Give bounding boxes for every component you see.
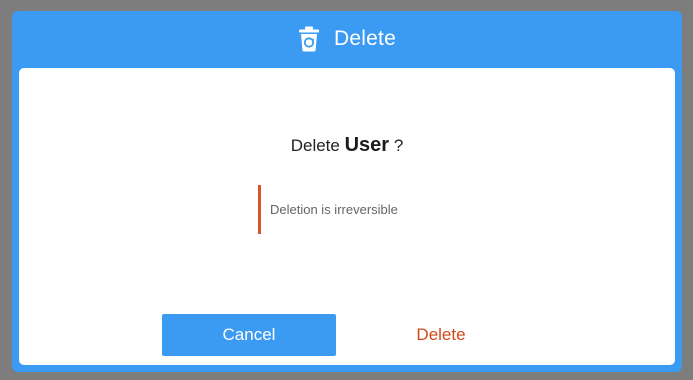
entity-name: User xyxy=(344,134,390,156)
warning-text: Deletion is irreversible xyxy=(270,202,398,217)
question-prefix: Delete xyxy=(290,136,340,155)
delete-button[interactable]: Delete xyxy=(391,314,491,356)
dialog-title: Delete xyxy=(334,27,396,50)
dialog-header: Delete xyxy=(12,11,682,67)
dialog-body: Delete User ? Deletion is irreversible C… xyxy=(19,68,675,365)
delete-dialog: Delete Delete User ? Deletion is irrever… xyxy=(12,11,682,372)
trash-icon xyxy=(298,26,320,52)
warning-message: Deletion is irreversible xyxy=(258,185,398,234)
cancel-button[interactable]: Cancel xyxy=(162,314,336,356)
confirm-question: Delete User ? xyxy=(19,134,675,157)
question-suffix: ? xyxy=(393,136,404,155)
